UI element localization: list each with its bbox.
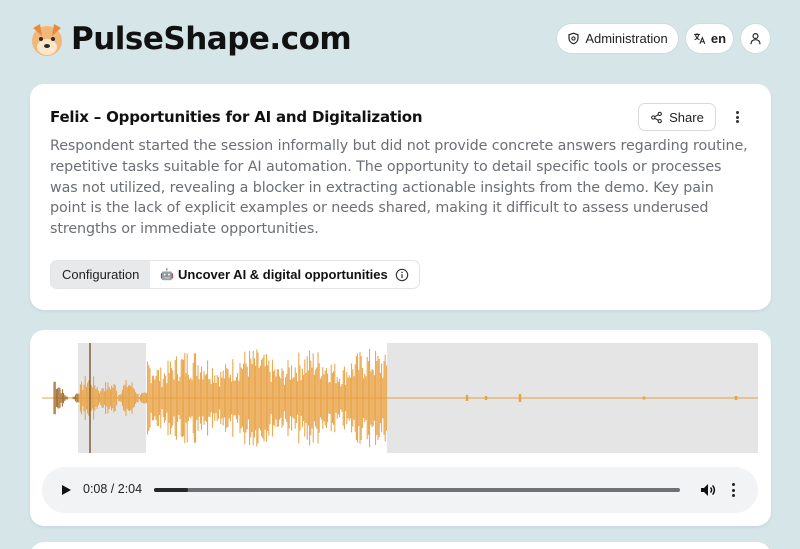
seek-bar[interactable] — [154, 488, 680, 492]
share-button[interactable]: Share — [638, 103, 716, 131]
volume-icon[interactable] — [699, 481, 717, 499]
audio-player: 0:08 / 2:04 — [42, 467, 758, 513]
share-icon — [651, 111, 663, 123]
info-icon[interactable] — [395, 268, 409, 282]
site-logo[interactable]: PulseShape.com — [28, 20, 352, 58]
playback-time: 0:08 / 2:04 — [83, 482, 143, 496]
summary-text: Respondent started the session informall… — [50, 138, 748, 238]
user-icon — [750, 33, 761, 45]
configuration-value[interactable]: 🤖 Uncover AI & digital opportunities — [150, 261, 418, 288]
language-button[interactable]: en — [686, 24, 733, 53]
administration-button[interactable]: Administration — [557, 24, 678, 53]
fox-logo-icon — [32, 24, 62, 56]
configuration-label: Configuration — [51, 261, 151, 288]
language-label: en — [710, 31, 727, 46]
audio-recording-card: 0:08 / 2:04 — [30, 330, 771, 526]
share-label: Share — [669, 109, 704, 125]
audio-waveform[interactable] — [42, 343, 758, 455]
robot-icon: 🤖 — [160, 269, 175, 281]
shield-icon — [568, 32, 579, 45]
site-name: PulseShape.com — [71, 21, 352, 57]
play-icon[interactable] — [60, 484, 72, 496]
page-title: Felix – Opportunities for AI and Digital… — [50, 108, 423, 126]
configuration-value-label: Uncover AI & digital opportunities — [178, 267, 388, 282]
user-menu-button[interactable] — [741, 24, 770, 53]
app-header: PulseShape.com Administration en — [0, 0, 800, 80]
next-card — [30, 542, 771, 549]
administration-label: Administration — [585, 31, 668, 46]
translate-icon — [694, 33, 706, 44]
configuration-chip: Configuration 🤖 Uncover AI & digital opp… — [50, 260, 420, 289]
interview-summary-card: Felix – Opportunities for AI and Digital… — [30, 84, 771, 310]
seek-bar-progress — [154, 488, 189, 492]
more-options-icon[interactable] — [730, 109, 744, 125]
player-more-options-icon[interactable] — [732, 483, 736, 497]
